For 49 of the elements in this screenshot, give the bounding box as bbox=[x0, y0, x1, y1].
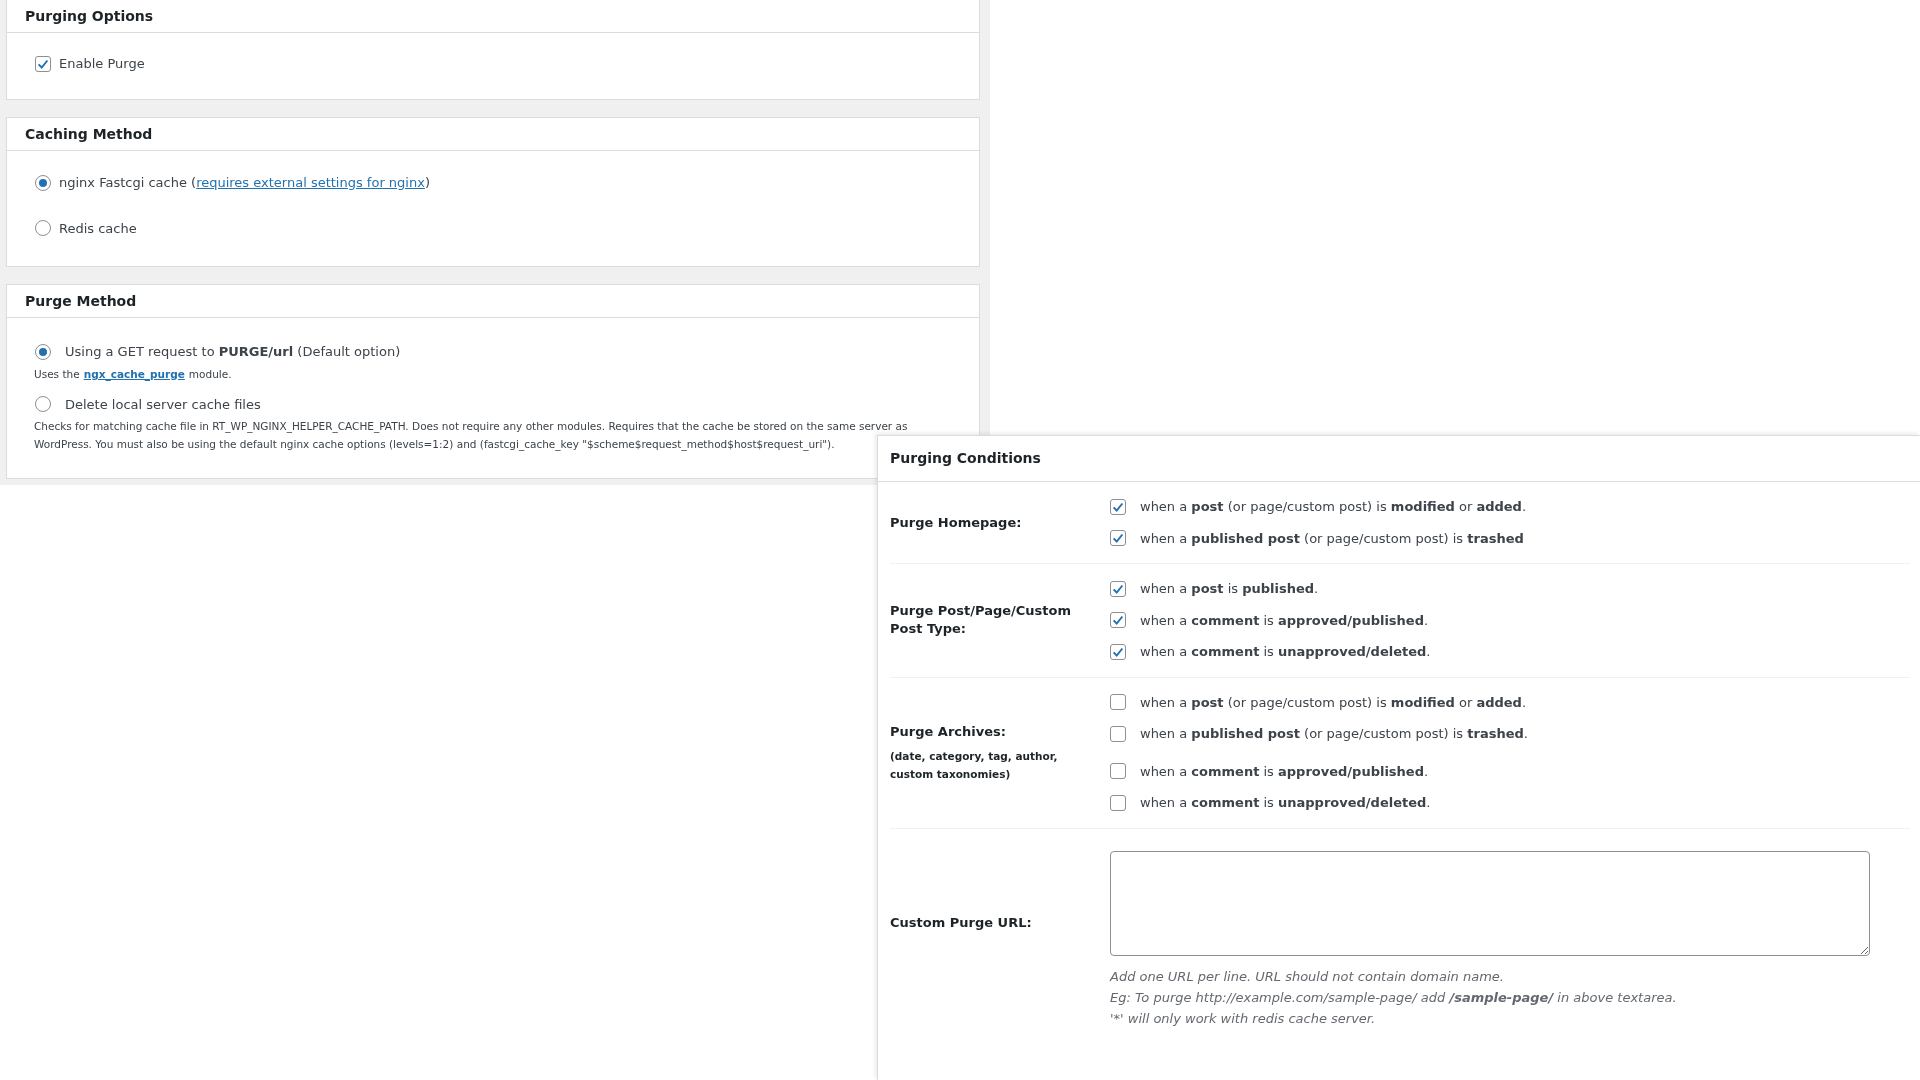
checkbox-label: when a published post (or page/custom post) is trashed bbox=[1140, 529, 1524, 548]
radio-label: Using a GET request to PURGE/url (Default option) bbox=[65, 343, 401, 361]
checkbox[interactable] bbox=[1110, 794, 1126, 811]
checkbox-label: when a comment is approved/published. bbox=[1140, 762, 1429, 781]
radio-label: Redis cache bbox=[59, 219, 137, 238]
section-label: Purge Post/Page/Custom Post Type: bbox=[890, 602, 1073, 639]
help-text: Add one URL per line. URL should not contain domain name. bbox=[1110, 967, 1505, 986]
section-note: (date, category, tag, author, custom taxonomies) bbox=[890, 748, 1059, 782]
radio-label: Delete local server cache files bbox=[65, 395, 261, 414]
panel-title: Purging Conditions bbox=[890, 449, 1041, 468]
checkmark-icon bbox=[1111, 531, 1125, 546]
section-label: Purge Archives: bbox=[890, 722, 1007, 741]
checkbox[interactable] bbox=[1110, 530, 1126, 547]
panel-title: Purging Options bbox=[25, 6, 154, 26]
checkbox-label: when a published post (or page/custom post) is trashed. bbox=[1140, 725, 1528, 743]
external-settings-link[interactable]: requires external settings for nginx bbox=[196, 173, 425, 193]
help-text: '*' will only work with redis cache server. bbox=[1110, 1009, 1377, 1028]
checkbox-label: when a post (or page/custom post) is modified or added. bbox=[1140, 693, 1527, 712]
checkbox-label: when a post is published. bbox=[1140, 580, 1319, 598]
checkbox[interactable] bbox=[1110, 694, 1126, 711]
panel-title: Caching Method bbox=[25, 124, 153, 144]
panel-title: Purge Method bbox=[25, 291, 137, 311]
checkbox-label: when a comment is unapproved/deleted. bbox=[1140, 643, 1431, 661]
checkbox-label: when a comment is unapproved/deleted. bbox=[1140, 794, 1431, 812]
option-description: Uses the bbox=[34, 366, 80, 382]
option-description: Checks for matching cache file in RT_WP_NGINX_HELPER_CACHE_PATH. Does not require any other modules. Requires that the cache be stored on the same server as WordPress. You must also be using the default nginx cache options (levels=1:2) and (fastcgi_cache_key "$scheme$request_method$host$request_uri"). bbox=[34, 419, 909, 452]
section-label: Purge Homepage: bbox=[890, 513, 1023, 532]
option-description: module. bbox=[188, 366, 232, 382]
checkbox[interactable] bbox=[1110, 612, 1126, 629]
radio-button[interactable] bbox=[35, 174, 51, 191]
help-text: Eg: To purge http://example.com/sample-page/ add /sample-page/ in above textarea. bbox=[1110, 988, 1678, 1007]
section-label: Custom Purge URL: bbox=[890, 914, 1032, 933]
radio-button[interactable] bbox=[35, 343, 51, 360]
url-textarea[interactable] bbox=[1110, 850, 1870, 956]
checkbox[interactable] bbox=[1110, 643, 1126, 660]
checkbox-label: when a comment is approved/published. bbox=[1140, 611, 1429, 630]
checkbox-label: Enable Purge bbox=[59, 55, 145, 73]
radio-label: ) bbox=[424, 174, 430, 192]
module-link[interactable]: ngx_cache_purge bbox=[83, 364, 185, 383]
checkbox[interactable] bbox=[1110, 763, 1126, 780]
checkmark-icon bbox=[1111, 613, 1125, 628]
checkbox[interactable] bbox=[1110, 725, 1126, 742]
checkbox[interactable] bbox=[1110, 498, 1126, 515]
radio-button[interactable] bbox=[35, 220, 51, 237]
radio-button[interactable] bbox=[35, 396, 51, 413]
checkbox[interactable] bbox=[1110, 580, 1126, 597]
radio-label: nginx Fastcgi cache ( bbox=[59, 174, 197, 192]
checkbox-label: when a post (or page/custom post) is modified or added. bbox=[1140, 498, 1527, 516]
checkbox[interactable] bbox=[35, 55, 51, 72]
